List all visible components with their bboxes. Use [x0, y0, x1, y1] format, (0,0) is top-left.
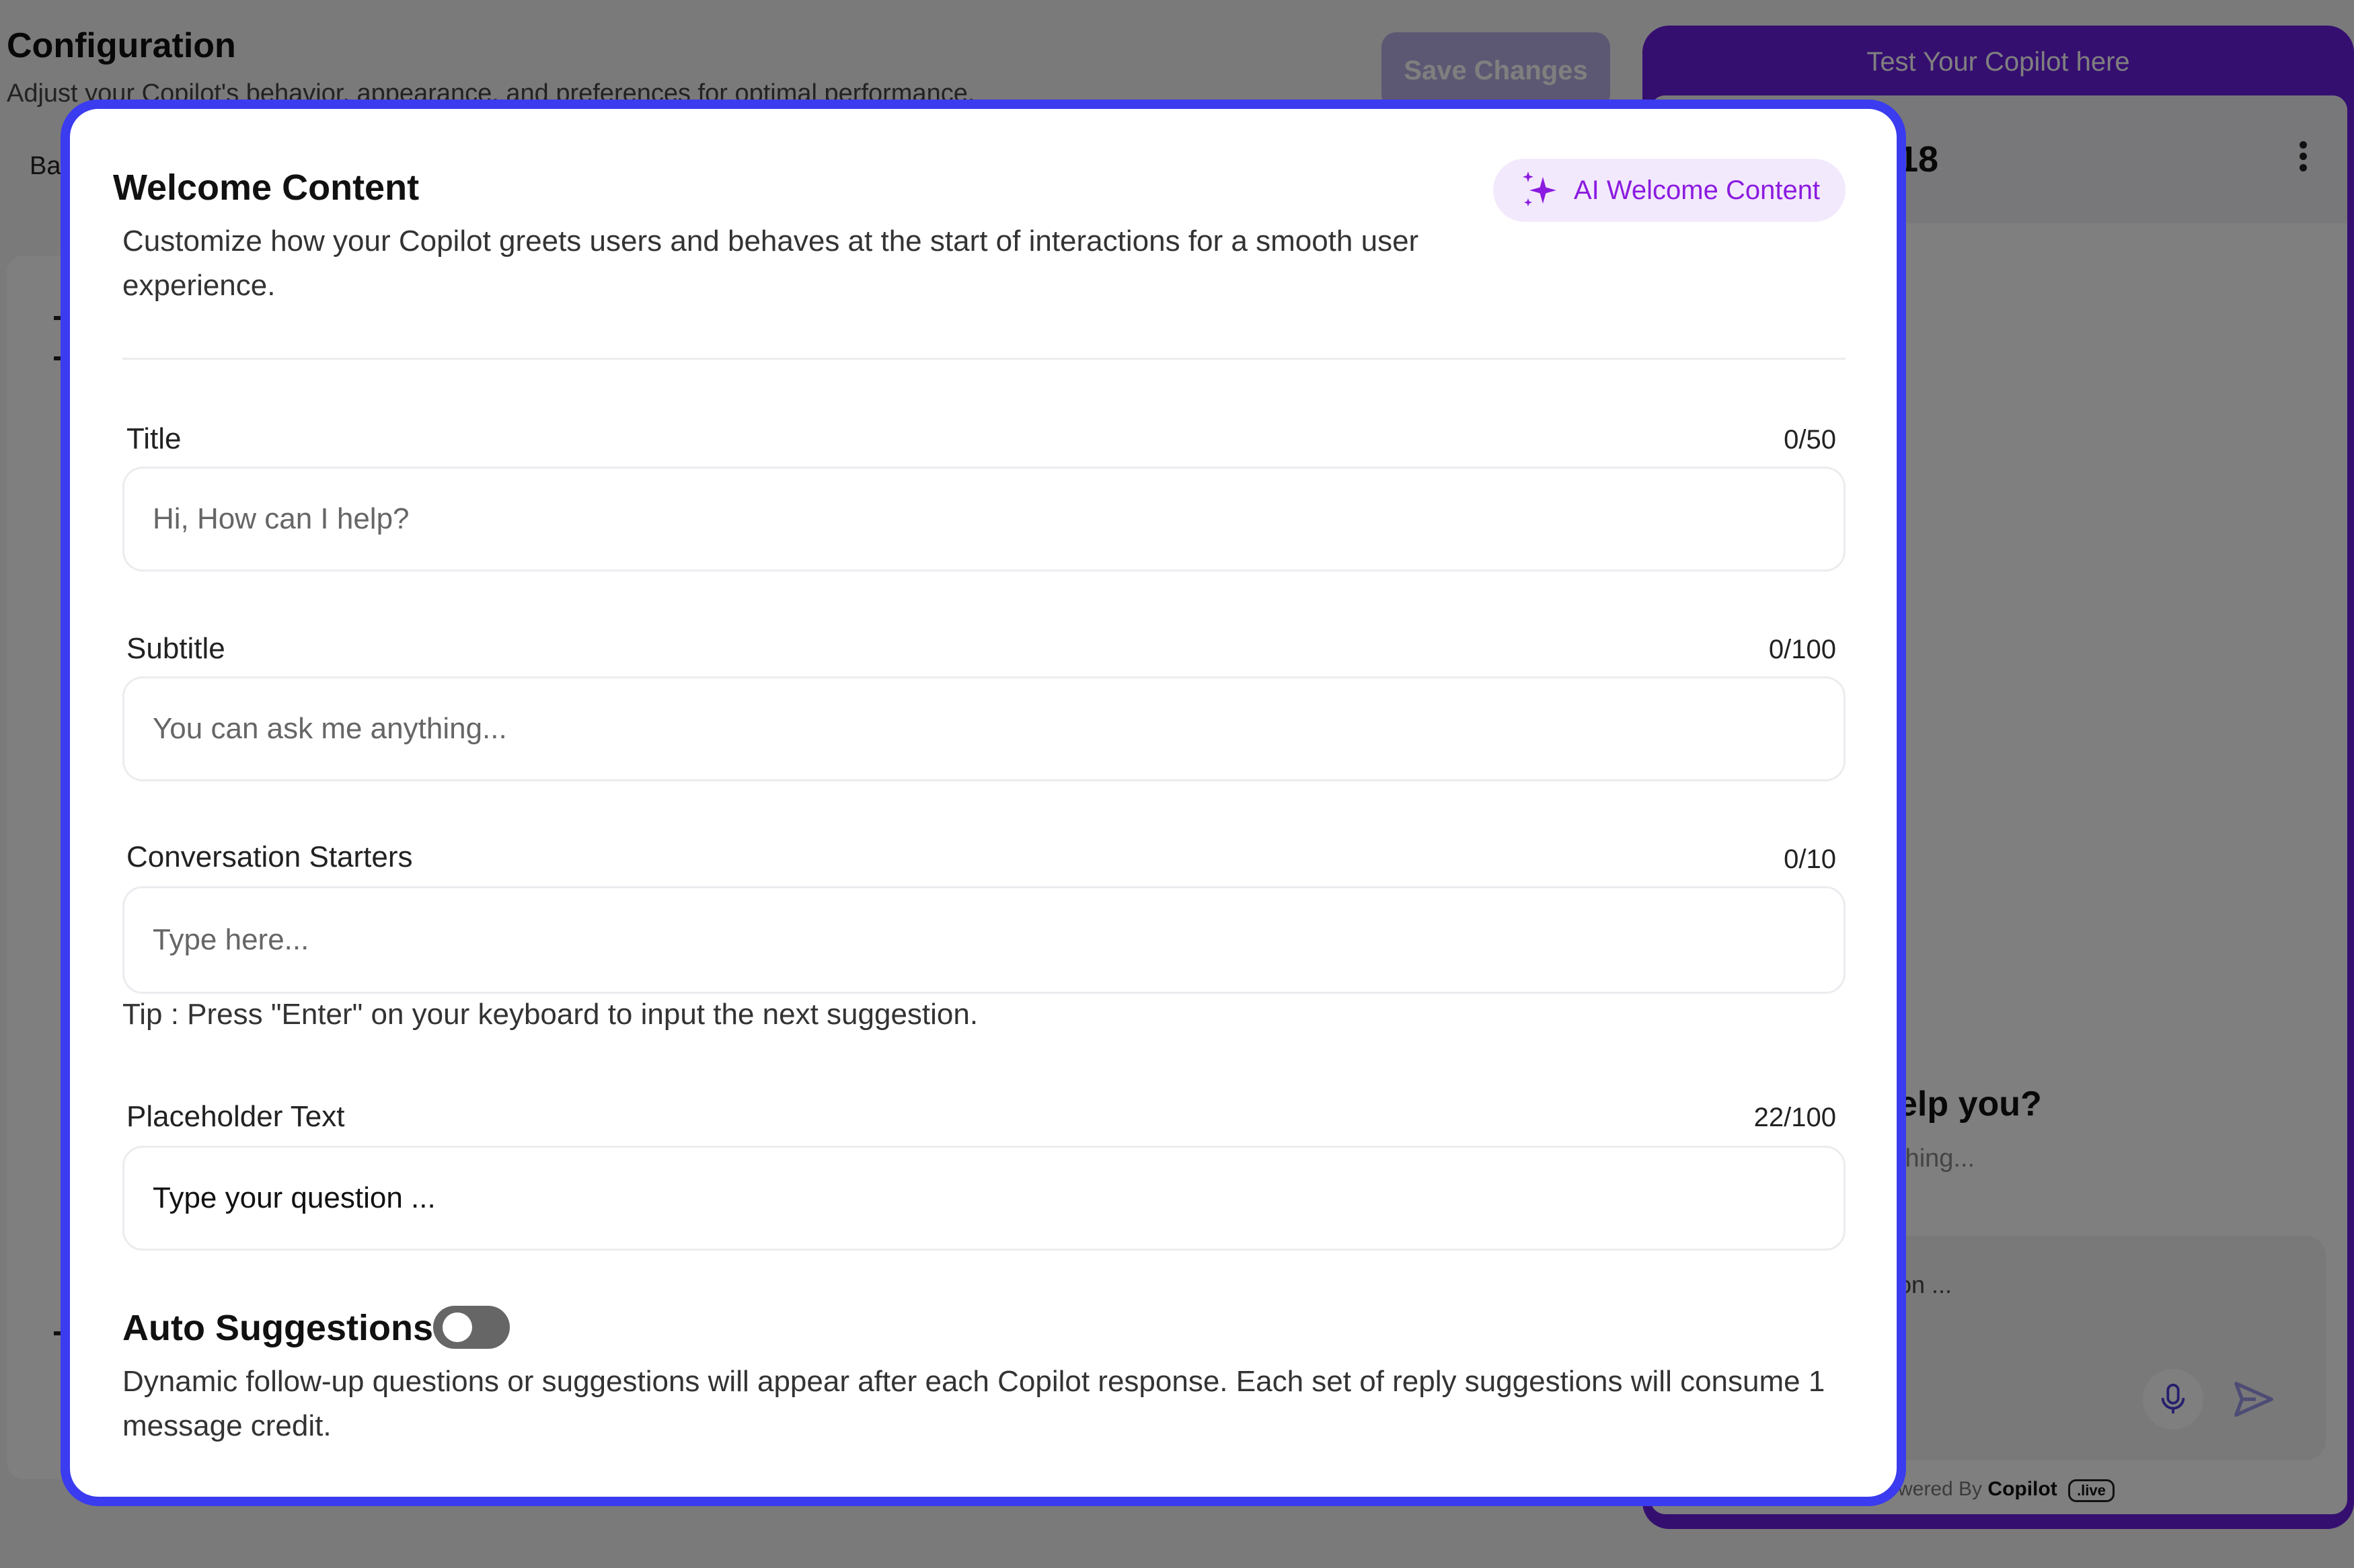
- auto-suggestions-title: Auto Suggestions: [122, 1308, 433, 1348]
- subtitle-input[interactable]: [122, 676, 1846, 781]
- conversation-starters-input[interactable]: [122, 886, 1846, 994]
- starters-field-label: Conversation Starters: [126, 840, 413, 873]
- modal-description: Customize how your Copilot greets users …: [122, 225, 1419, 302]
- placeholder-text-input[interactable]: [122, 1146, 1846, 1251]
- title-input[interactable]: [122, 467, 1846, 572]
- placeholder-text-field-label: Placeholder Text: [126, 1100, 345, 1133]
- ai-welcome-content-button[interactable]: AI Welcome Content: [1493, 159, 1846, 222]
- subtitle-field-label: Subtitle: [126, 632, 225, 665]
- auto-suggestions-description: Dynamic follow-up questions or suggestio…: [122, 1365, 1825, 1442]
- toggle-knob: [443, 1312, 472, 1342]
- title-char-count: 0/50: [1784, 425, 1836, 455]
- auto-suggestions-toggle[interactable]: [433, 1306, 510, 1349]
- title-field-label: Title: [126, 422, 182, 455]
- app-page: Configuration Adjust your Copilot's beha…: [0, 0, 2354, 1568]
- header-divider: [122, 358, 1846, 360]
- sparkles-icon: [1522, 171, 1556, 206]
- placeholder-text-char-count: 22/100: [1753, 1103, 1836, 1132]
- modal-title: Welcome Content: [113, 167, 420, 208]
- welcome-content-modal: [61, 100, 1906, 1506]
- starters-tip: Tip : Press "Enter" on your keyboard to …: [122, 998, 979, 1031]
- starters-char-count: 0/10: [1784, 845, 1836, 874]
- subtitle-char-count: 0/100: [1768, 635, 1836, 664]
- ai-welcome-content-label: AI Welcome Content: [1573, 175, 1821, 205]
